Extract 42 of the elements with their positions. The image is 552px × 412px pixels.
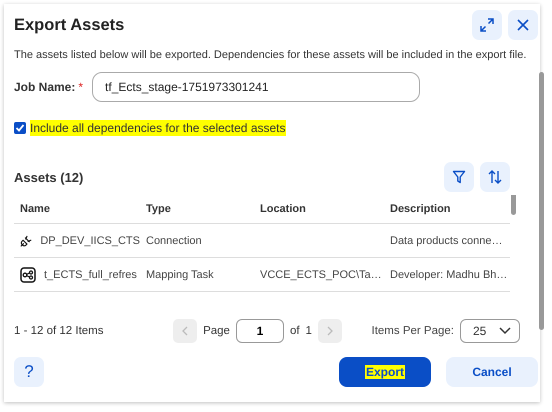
total-pages: 1 [306,325,312,337]
scrollbar-thumb[interactable] [539,72,544,330]
page-label: Page [203,325,230,337]
assets-title: Assets (12) [14,170,84,184]
job-name-label: Job Name: [14,80,76,94]
help-button[interactable]: ? [14,357,44,387]
job-name-field[interactable]: tf_Ects_stage-1751973301241 [92,72,420,102]
column-header[interactable]: Name [14,203,140,215]
column-header[interactable]: Type [140,203,254,215]
filter-button[interactable] [444,162,474,192]
dialog-description: The assets listed below will be exported. Dependencies for these assets will be included in the export file. [14,48,526,62]
asset-description: Developer: Madhu Bh… [389,268,508,280]
export-button[interactable]: Export [339,357,431,387]
column-header[interactable]: Description [384,203,510,215]
asset-location: VCCE_ECTS_POC\Ta… [259,268,383,280]
sort-icon [488,170,502,184]
checkbox[interactable] [14,122,26,134]
mapping-icon [20,266,36,282]
asset-name[interactable]: t_ECTS_full_refres [44,268,137,280]
chevron-left-icon [182,326,188,336]
sort-button[interactable] [480,162,510,192]
of-label: of [290,325,300,337]
asset-description: Data products conne… [389,234,504,246]
column-header[interactable]: Location [254,203,384,215]
required-mark: * [78,80,84,94]
items-summary: 1 - 12 of 12 Items [14,325,104,337]
expand-icon [480,18,494,32]
items-per-page-dropdown[interactable]: 25 [460,319,520,343]
page-number-field[interactable]: 1 [236,319,284,343]
close-icon [517,19,529,31]
close-button[interactable] [508,10,538,40]
filter-icon [452,170,466,184]
dialog-title: Export Assets [14,16,124,34]
cancel-button[interactable]: Cancel [446,357,538,387]
chevron-right-icon [326,326,333,336]
expand-button[interactable] [472,10,502,40]
asset-type: Connection [145,234,203,246]
asset-name[interactable]: DP_DEV_IICS_CTS [40,234,140,246]
chevron-down-icon [498,327,511,335]
checkbox-label: Include all dependencies for the selected assets [30,120,286,136]
items-per-page-label: Items Per Page: [372,325,454,337]
asset-type: Mapping Task [145,268,215,280]
